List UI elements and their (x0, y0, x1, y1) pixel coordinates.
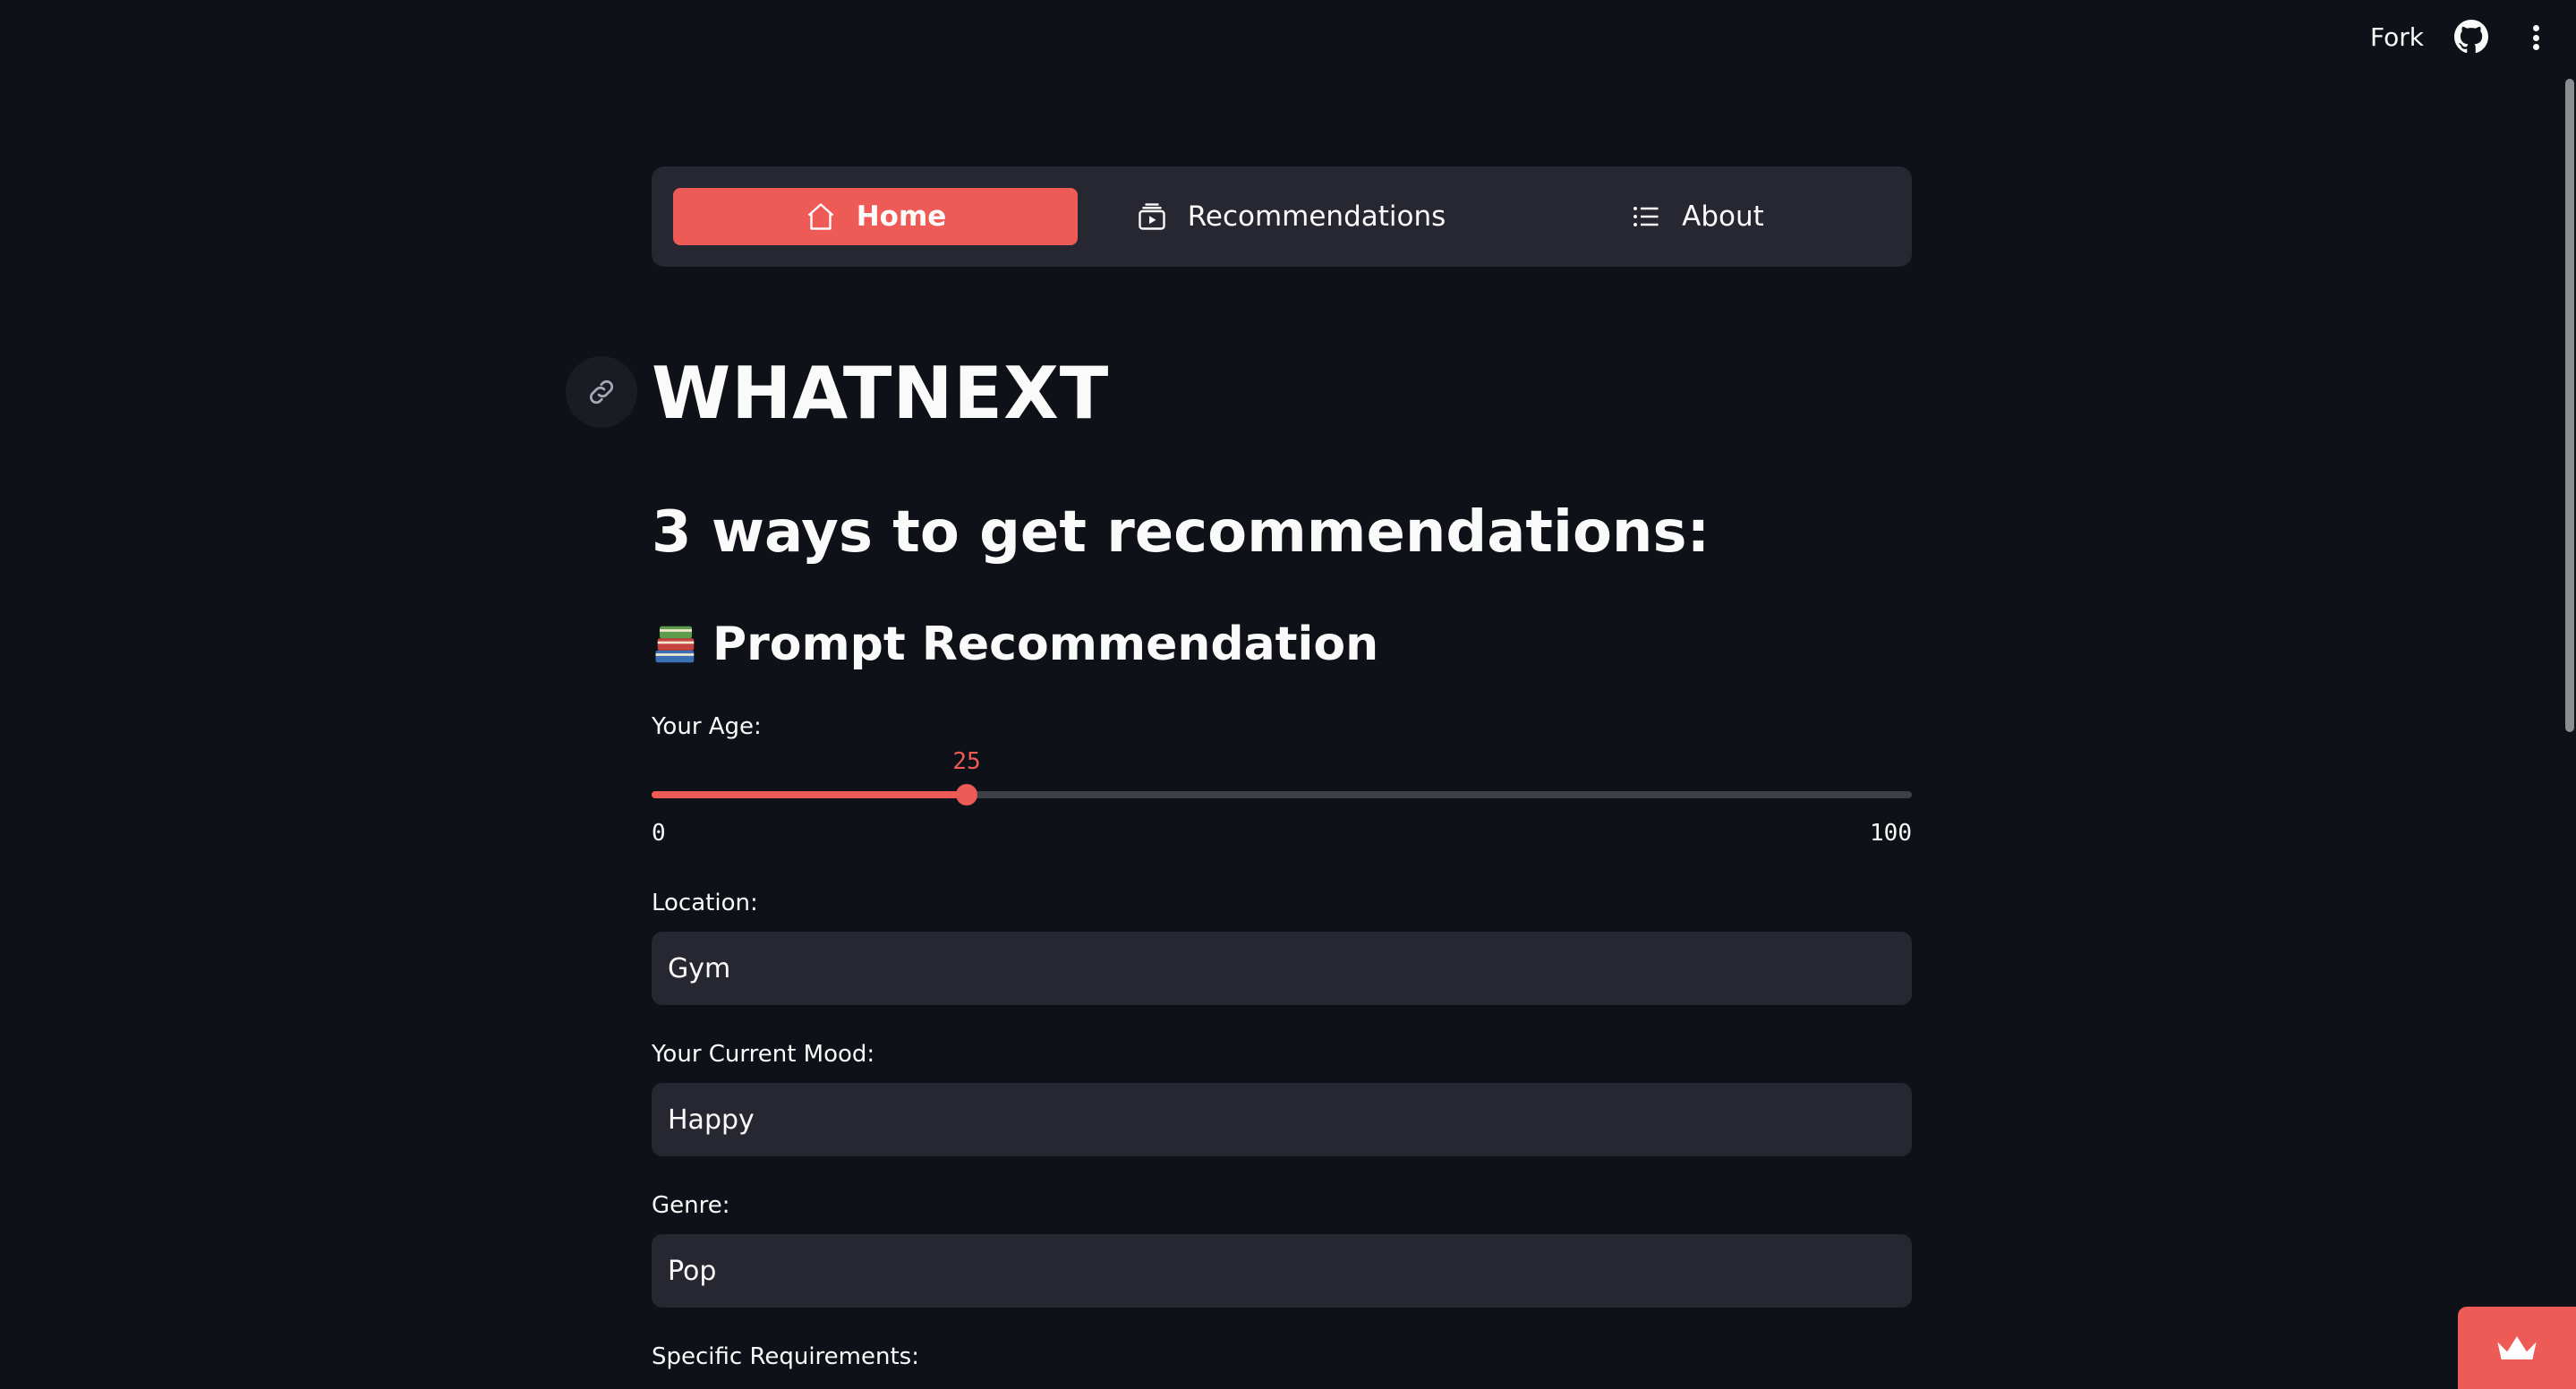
nav-item-label: Home (856, 200, 947, 233)
media-stack-icon (1139, 203, 1165, 230)
location-input[interactable] (652, 932, 1912, 1005)
nav-item-about[interactable]: About (1504, 188, 1890, 245)
scrollbar-thumb[interactable] (2565, 79, 2574, 732)
list-icon (1633, 207, 1659, 226)
top-toolbar: Fork (0, 0, 2576, 77)
section-heading-text: Prompt Recommendation (712, 618, 1379, 671)
books-emoji-icon (655, 626, 695, 663)
streamlit-crown-badge[interactable] (2458, 1307, 2576, 1389)
location-label: Location: (652, 890, 758, 916)
genre-input[interactable] (652, 1234, 1912, 1308)
navigation-menu: Home Recommendations About (652, 166, 1912, 267)
age-slider[interactable]: 25 0 100 (652, 748, 1912, 847)
crown-icon (2497, 1336, 2537, 1359)
anchor-link-icon[interactable] (566, 356, 637, 428)
nav-item-label: Recommendations (1187, 200, 1446, 233)
genre-label: Genre: (652, 1192, 730, 1219)
nav-item-recommendations[interactable]: Recommendations (1088, 188, 1493, 245)
age-slider-fill (652, 791, 967, 798)
age-slider-thumb[interactable] (956, 784, 977, 805)
nav-item-label: About (1682, 200, 1764, 233)
age-slider-max: 100 (1870, 820, 1912, 847)
home-icon (807, 203, 834, 230)
mood-input[interactable] (652, 1083, 1912, 1156)
requirements-label: Specific Requirements: (652, 1343, 919, 1370)
age-slider-value: 25 (952, 748, 981, 775)
age-slider-min: 0 (652, 820, 666, 847)
mood-label: Your Current Mood: (652, 1041, 875, 1068)
section-heading: Prompt Recommendation (652, 612, 1378, 677)
page-subtitle: 3 ways to get recommendations: (652, 499, 1710, 566)
github-icon[interactable] (2454, 20, 2488, 54)
age-label: Your Age: (652, 713, 762, 740)
page-title: WHATNEXT (652, 352, 1110, 435)
kebab-menu-icon[interactable] (2522, 20, 2549, 55)
nav-item-home[interactable]: Home (673, 188, 1078, 245)
fork-link[interactable]: Fork (2370, 20, 2424, 55)
